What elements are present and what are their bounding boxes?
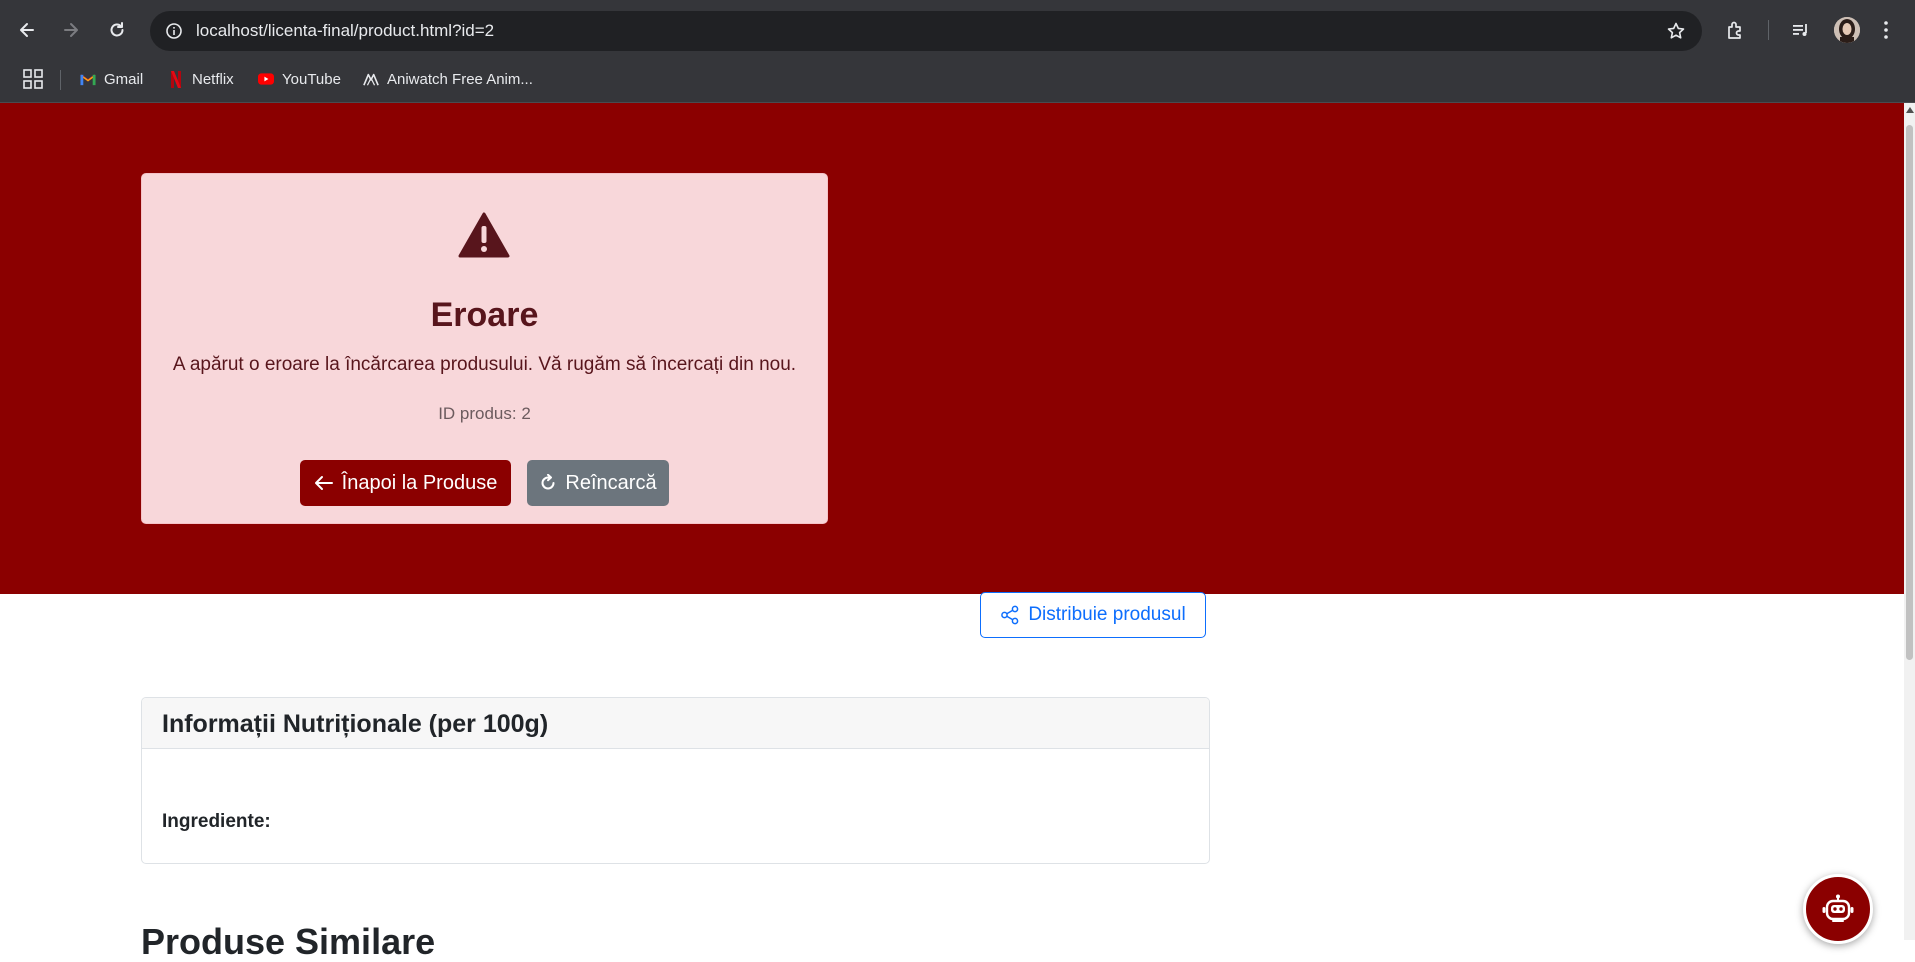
back-nav-button[interactable] [11,14,43,46]
share-icon [1001,605,1019,625]
bookmark-netflix[interactable]: Netflix [168,67,234,91]
bookmark-label: Netflix [192,70,234,88]
netflix-icon [168,70,184,88]
back-button-label: Înapoi la Produse [341,471,498,494]
product-id-text: ID produs: 2 [438,404,531,423]
browser-toolbar: localhost/licenta-final/product.html?id=… [0,0,1915,60]
bookmarks-divider [60,70,61,90]
bookmark-aniwatch[interactable]: Aniwatch Free Anim... [363,67,533,91]
bookmark-gmail[interactable]: Gmail [80,67,143,91]
back-to-products-button[interactable]: Înapoi la Produse [300,460,511,506]
reload-nav-button[interactable] [101,14,133,46]
profile-avatar[interactable] [1834,17,1860,43]
scrollbar-thumb[interactable] [1906,125,1913,660]
bookmarks-bar: Gmail Netflix YouTube Aniwatch Free Anim… [0,60,1915,103]
address-bar[interactable]: localhost/licenta-final/product.html?id=… [150,11,1702,51]
browser-menu-icon[interactable] [1872,16,1900,44]
error-title: Eroare [430,296,539,334]
bookmark-label: Gmail [104,70,144,88]
share-product-button[interactable]: Distribuie produsul [980,592,1206,638]
bookmark-label: YouTube [282,70,341,88]
media-control-icon[interactable] [1787,16,1815,44]
nutrition-card-header: Informații Nutriționale (per 100g) [142,698,1209,749]
youtube-icon [258,71,274,87]
url-text[interactable]: localhost/licenta-final/product.html?id=… [196,21,494,41]
site-info-icon[interactable] [162,19,186,43]
nutrition-card: Informații Nutriționale (per 100g) Ingre… [141,697,1210,864]
refresh-icon [110,22,124,37]
error-alert: Eroare A apărut o eroare la încărcarea p… [141,173,828,524]
error-message: A apărut o eroare la încărcarea produsul… [172,354,797,375]
aniwatch-icon [363,71,379,87]
bookmark-star-icon[interactable] [1664,19,1688,43]
warning-triangle-icon [458,212,510,258]
apps-grid-icon[interactable] [22,68,44,90]
similar-products-title: Produse Similare [141,921,436,962]
bookmark-label: Aniwatch Free Anim... [387,70,533,88]
reload-button-label: Reîncarcă [565,471,657,494]
extensions-icon[interactable] [1722,16,1750,44]
product-hero-section: Eroare A apărut o eroare la încărcarea p… [0,103,1904,594]
share-button-label: Distribuie produsul [1028,604,1186,625]
chatbot-button[interactable] [1803,874,1873,944]
nutrition-title: Informații Nutriționale (per 100g) [162,710,549,738]
refresh-icon [541,474,555,490]
toolbar-divider [1768,20,1769,40]
scroll-up-arrow-icon[interactable] [1906,107,1914,113]
reload-button[interactable]: Reîncarcă [527,460,669,506]
bookmark-youtube[interactable]: YouTube [258,67,341,91]
forward-nav-button[interactable] [55,14,87,46]
gmail-icon [80,71,96,87]
browser-chrome: localhost/licenta-final/product.html?id=… [0,0,1915,103]
page-scrollbar[interactable] [1904,103,1915,940]
arrow-left-icon [314,476,333,490]
arrow-left-icon [20,23,34,37]
ingredients-label: Ingrediente: [162,811,271,832]
arrow-right-icon [64,23,78,37]
robot-icon [1822,894,1854,922]
